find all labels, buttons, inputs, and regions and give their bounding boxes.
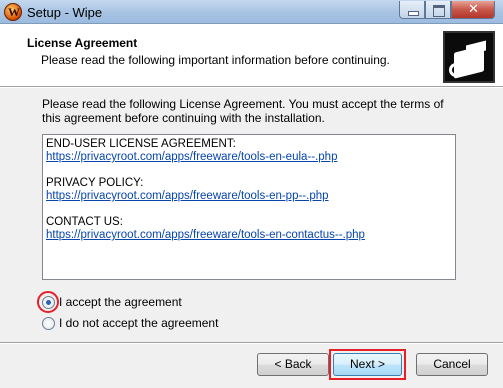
next-button[interactable]: Next >	[333, 353, 402, 376]
page-title: License Agreement	[27, 36, 138, 50]
contact-link[interactable]: https://privacyroot.com/apps/freeware/to…	[46, 229, 365, 242]
shredder-logo-icon	[443, 31, 495, 83]
wizard-header: License Agreement Please read the follow…	[0, 25, 503, 87]
back-button[interactable]: < Back	[257, 353, 329, 376]
page-subtitle: Please read the following important info…	[41, 53, 390, 67]
license-intro-text: Please read the following License Agreem…	[42, 97, 444, 125]
privacy-link[interactable]: https://privacyroot.com/apps/freeware/to…	[46, 190, 365, 203]
contact-label: CONTACT US:	[46, 216, 123, 228]
maximize-button[interactable]	[425, 1, 451, 19]
close-button[interactable]: ✕	[451, 1, 495, 19]
wizard-footer: < Back Next > Cancel	[0, 344, 503, 388]
window-title: Setup - Wipe	[27, 5, 103, 20]
cancel-button[interactable]: Cancel	[416, 353, 488, 376]
privacy-label: PRIVACY POLICY:	[46, 177, 144, 189]
decline-label[interactable]: I do not accept the agreement	[59, 316, 218, 330]
wizard-body: Please read the following License Agreem…	[0, 88, 503, 342]
decline-option[interactable]: I do not accept the agreement	[42, 315, 218, 331]
decline-radio[interactable]	[42, 316, 55, 330]
minimize-button[interactable]	[399, 1, 425, 19]
eula-label: END-USER LICENSE AGREEMENT:	[46, 138, 236, 150]
accept-label[interactable]: I accept the agreement	[59, 295, 182, 309]
title-bar[interactable]: W Setup - Wipe ✕	[0, 0, 503, 24]
app-icon: W	[4, 3, 22, 21]
license-textbox[interactable]: END-USER LICENSE AGREEMENT: https://priv…	[42, 134, 456, 280]
accept-option[interactable]: I accept the agreement	[42, 294, 182, 310]
accept-highlight-ring	[37, 291, 59, 313]
close-icon: ✕	[468, 1, 479, 16]
eula-link[interactable]: https://privacyroot.com/apps/freeware/to…	[46, 151, 365, 164]
